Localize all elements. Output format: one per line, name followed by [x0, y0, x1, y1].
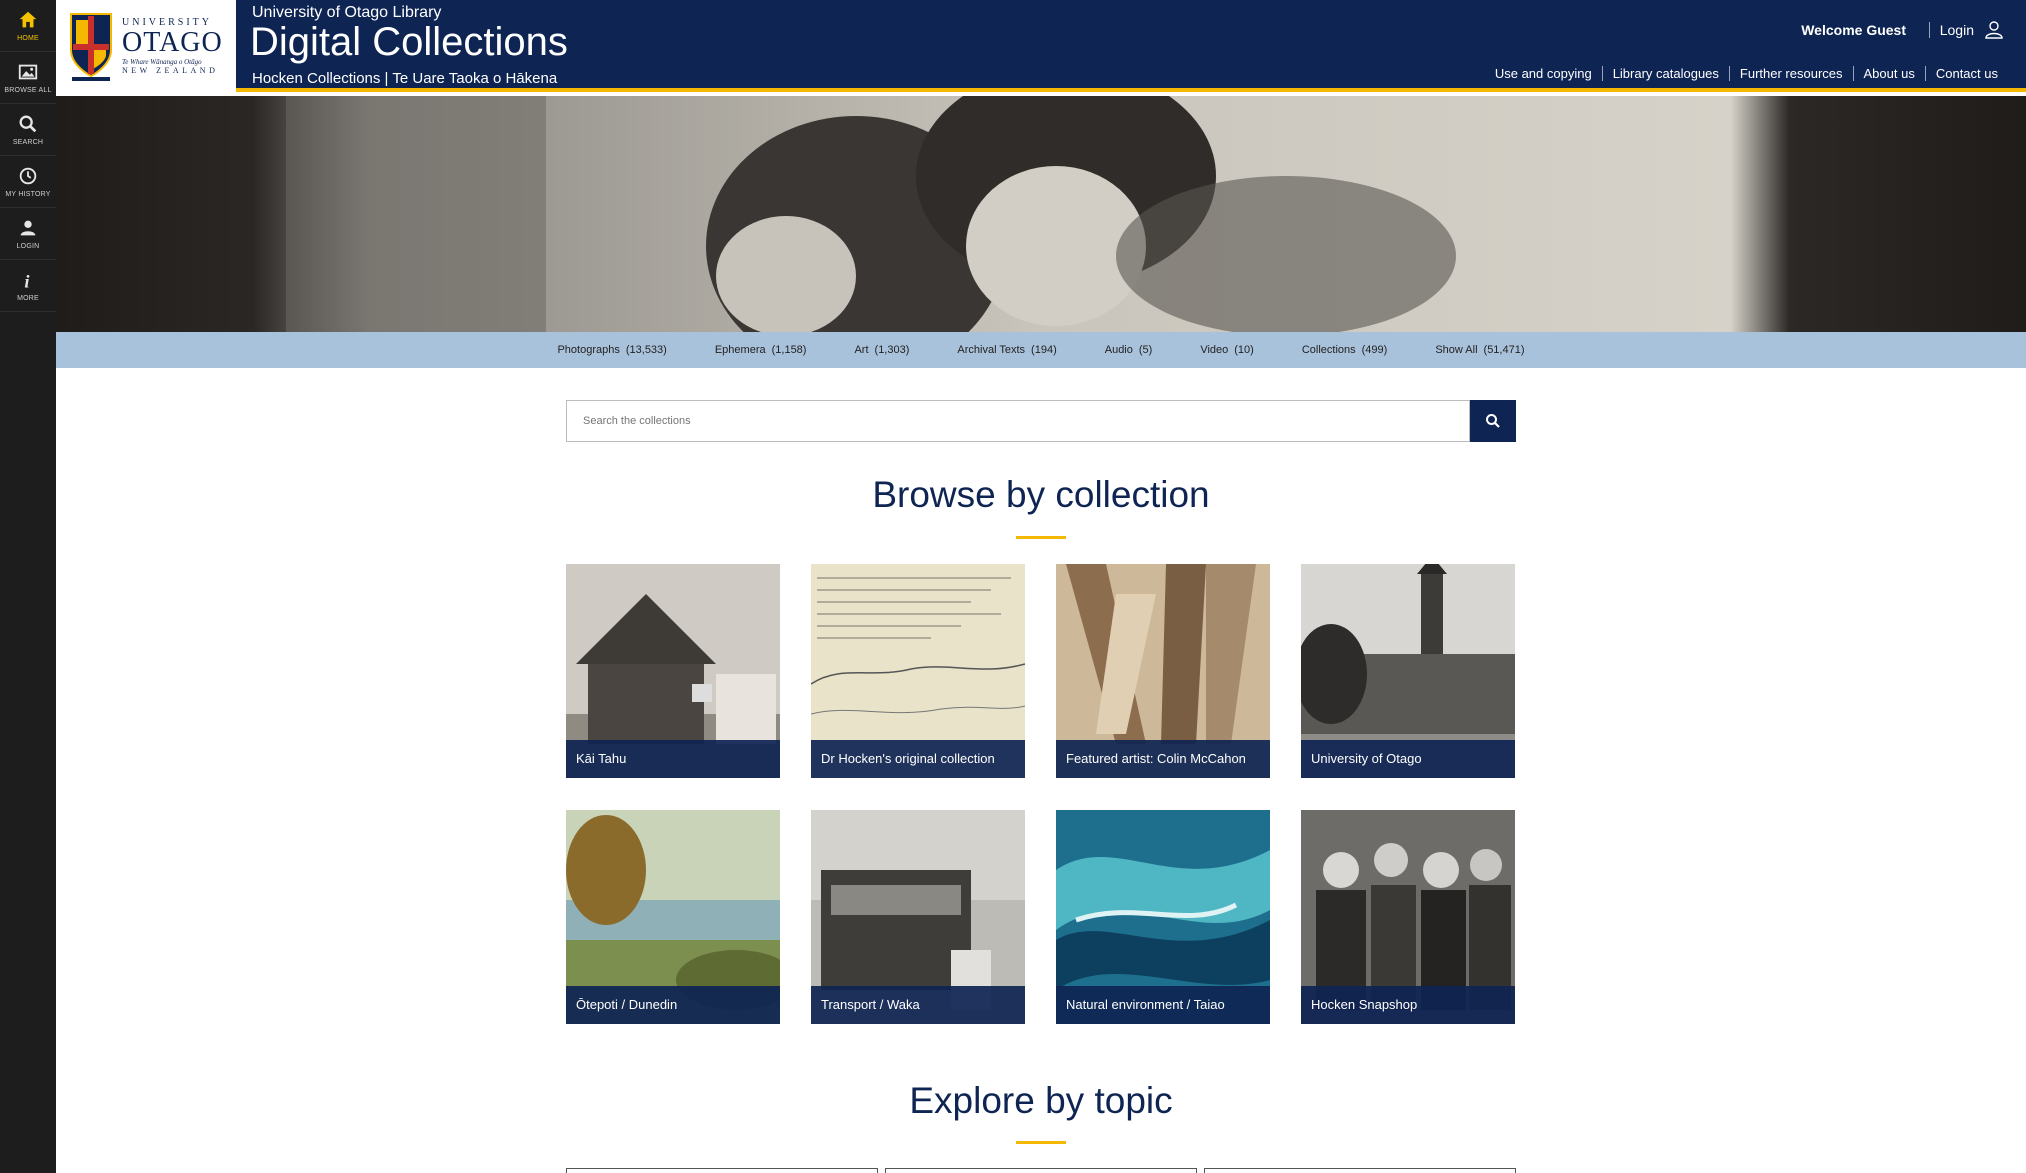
card-caption: Ōtepoti / Dunedin — [566, 986, 780, 1024]
rail-label: MORE — [17, 295, 39, 302]
logo-otago: OTAGO — [122, 27, 223, 58]
rail-browse-all[interactable]: BROWSE ALL — [0, 52, 56, 104]
topic-card[interactable] — [566, 1168, 878, 1173]
category-art[interactable]: Art (1,303) — [854, 344, 909, 356]
card-caption: Featured artist: Colin McCahon — [1056, 740, 1270, 778]
svg-text:i: i — [24, 271, 30, 291]
image-icon — [18, 64, 38, 80]
nav-contact-us[interactable]: Contact us — [1924, 66, 2008, 81]
clock-icon — [19, 167, 37, 185]
left-rail: HOME BROWSE ALL SEARCH MY HISTORY LOGIN … — [0, 0, 56, 1173]
card-caption: University of Otago — [1301, 740, 1515, 778]
rail-label: LOGIN — [16, 243, 40, 250]
top-nav: Use and copying Library catalogues Furth… — [1485, 66, 2008, 81]
collection-card-kai-tahu[interactable]: Kāi Tahu — [566, 564, 780, 778]
topic-boxes — [566, 1168, 1516, 1173]
rail-label: SEARCH — [12, 139, 44, 146]
card-caption: Hocken Snapshop — [1301, 986, 1515, 1024]
site-subtitle: Hocken Collections | Te Uare Taoka o Hāk… — [252, 70, 558, 87]
category-ephemera[interactable]: Ephemera (1,158) — [715, 344, 807, 356]
heading-underline — [1016, 536, 1066, 539]
rail-more[interactable]: i MORE — [0, 260, 56, 312]
card-caption: Kāi Tahu — [566, 740, 780, 778]
category-collections[interactable]: Collections (499) — [1302, 344, 1388, 356]
explore-heading: Explore by topic — [909, 1080, 1173, 1121]
nav-about-us[interactable]: About us — [1852, 66, 1925, 81]
collection-card-hocken-snapshop[interactable]: Hocken Snapshop — [1301, 810, 1515, 1024]
search-icon — [1486, 414, 1500, 428]
logo-country: NEW ZEALAND — [122, 66, 219, 75]
topic-card[interactable] — [1204, 1168, 1516, 1173]
user-icon[interactable] — [1984, 20, 2004, 40]
site-title[interactable]: Digital Collections — [250, 20, 568, 65]
category-video[interactable]: Video (10) — [1200, 344, 1254, 356]
card-caption: Transport / Waka — [811, 986, 1025, 1024]
category-audio[interactable]: Audio (5) — [1105, 344, 1153, 356]
search-bar — [566, 400, 1516, 442]
info-icon: i — [24, 271, 30, 291]
collection-card-natural-environment[interactable]: Natural environment / Taiao — [1056, 810, 1270, 1024]
site-header: UNIVERSITY OTAGO Te Whare Wānanga o Otāg… — [56, 0, 2026, 92]
nav-library-catalogues[interactable]: Library catalogues — [1601, 66, 1729, 81]
category-bar: Photographs (13,533) Ephemera (1,158) Art(… — [56, 332, 2026, 368]
university-logo[interactable]: UNIVERSITY OTAGO Te Whare Wānanga o Otāg… — [56, 0, 236, 92]
search-button[interactable] — [1470, 400, 1516, 442]
welcome-text: Welcome Guest — [1801, 22, 1906, 38]
nav-further-resources[interactable]: Further resources — [1728, 66, 1853, 81]
category-show-all[interactable]: Show All (51,471) — [1435, 344, 1524, 356]
collection-card-dr-hocken[interactable]: Dr Hocken's original collection — [811, 564, 1025, 778]
home-icon — [19, 11, 37, 28]
search-icon — [19, 115, 37, 133]
browse-heading: Browse by collection — [872, 474, 1210, 515]
heading-underline — [1016, 1141, 1066, 1144]
hero-image — [56, 96, 2026, 332]
user-icon — [20, 220, 36, 236]
topic-card[interactable] — [885, 1168, 1197, 1173]
card-caption: Dr Hocken's original collection — [811, 740, 1025, 778]
collection-card-otepoti-dunedin[interactable]: Ōtepoti / Dunedin — [566, 810, 780, 1024]
rail-label: MY HISTORY — [5, 191, 51, 198]
crest-icon — [70, 13, 112, 81]
login-link[interactable]: Login — [1928, 22, 1974, 38]
logo-maori: Te Whare Wānanga o Otāgo — [122, 58, 202, 66]
collection-card-university-of-otago[interactable]: University of Otago — [1301, 564, 1515, 778]
rail-login[interactable]: LOGIN — [0, 208, 56, 260]
card-caption: Natural environment / Taiao — [1056, 986, 1270, 1024]
rail-search[interactable]: SEARCH — [0, 104, 56, 156]
search-input[interactable] — [566, 400, 1470, 442]
rail-label: BROWSE ALL — [4, 87, 52, 94]
rail-label: HOME — [17, 35, 39, 42]
category-archival-texts[interactable]: Archival Texts (194) — [957, 344, 1056, 356]
category-photographs[interactable]: Photographs (13,533) — [557, 344, 666, 356]
nav-use-and-copying[interactable]: Use and copying — [1485, 66, 1602, 81]
rail-home[interactable]: HOME — [0, 0, 56, 52]
collection-card-colin-mccahon[interactable]: Featured artist: Colin McCahon — [1056, 564, 1270, 778]
collection-card-transport-waka[interactable]: Transport / Waka — [811, 810, 1025, 1024]
rail-my-history[interactable]: MY HISTORY — [0, 156, 56, 208]
